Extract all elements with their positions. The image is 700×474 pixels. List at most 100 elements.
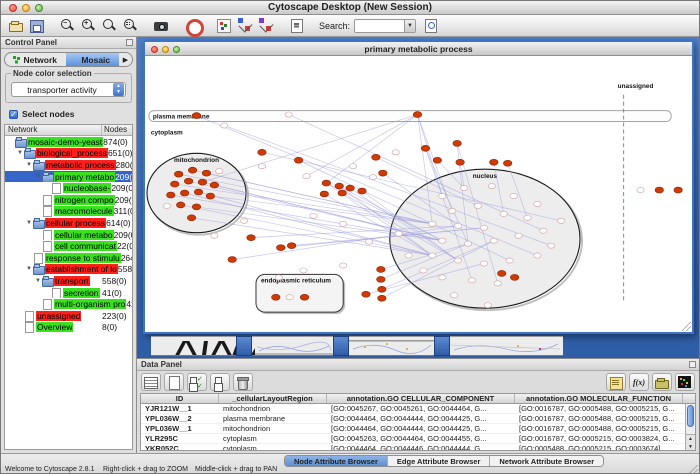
window-resize-grip[interactable] bbox=[689, 465, 698, 474]
resize-grip-icon[interactable] bbox=[682, 322, 691, 331]
node-white[interactable] bbox=[258, 164, 265, 169]
matrix-button[interactable] bbox=[675, 373, 695, 391]
node-orange[interactable] bbox=[272, 294, 281, 300]
node-orange[interactable] bbox=[377, 276, 386, 282]
node-white[interactable] bbox=[524, 215, 531, 220]
node-white[interactable] bbox=[484, 303, 491, 308]
node-white[interactable] bbox=[365, 239, 372, 244]
delete-attribute-button[interactable] bbox=[233, 373, 253, 391]
node-white[interactable] bbox=[460, 185, 467, 190]
node-white[interactable] bbox=[340, 263, 347, 268]
tree-row-nitrogen-compo[interactable]: nitrogen compo209(0) bbox=[5, 194, 132, 206]
node-orange[interactable] bbox=[276, 245, 285, 251]
tree-row-cellular-metabo[interactable]: cellular metabo209(0) bbox=[5, 229, 132, 241]
node-orange[interactable] bbox=[358, 188, 367, 194]
node-orange[interactable] bbox=[510, 274, 519, 280]
tree-row-transport[interactable]: ▼transport558(0) bbox=[5, 275, 132, 287]
node-orange[interactable] bbox=[170, 181, 179, 187]
node-white[interactable] bbox=[480, 225, 487, 230]
node-orange[interactable] bbox=[258, 149, 267, 155]
tree-row-primary-metabo[interactable]: ▼primary metabo209(... bbox=[5, 171, 132, 183]
column-header-1[interactable]: _cellularLayoutRegion bbox=[219, 394, 327, 403]
node-white[interactable] bbox=[369, 175, 376, 180]
node-orange[interactable] bbox=[202, 170, 211, 176]
node-orange[interactable] bbox=[194, 189, 203, 195]
background-window-titlebar[interactable] bbox=[333, 336, 349, 356]
node-orange[interactable] bbox=[188, 167, 197, 173]
column-nodes[interactable]: Nodes bbox=[102, 125, 132, 135]
column-network[interactable]: Network bbox=[5, 125, 102, 135]
node-orange[interactable] bbox=[184, 178, 193, 184]
background-window[interactable] bbox=[347, 336, 435, 356]
node-white[interactable] bbox=[464, 241, 471, 246]
tab-mosaic[interactable]: Mosaic bbox=[66, 53, 127, 66]
node-white[interactable] bbox=[216, 169, 223, 174]
node-white[interactable] bbox=[285, 112, 292, 117]
node-orange[interactable] bbox=[490, 159, 499, 165]
node-orange[interactable] bbox=[674, 187, 683, 193]
tree-row-secretion[interactable]: secretion41(0) bbox=[5, 287, 132, 299]
node-white[interactable] bbox=[510, 193, 517, 198]
node-orange[interactable] bbox=[300, 294, 309, 300]
node-white[interactable] bbox=[340, 221, 347, 226]
node-orange[interactable] bbox=[335, 183, 344, 189]
node-white[interactable] bbox=[286, 295, 293, 300]
zoom-fit-button[interactable] bbox=[99, 16, 120, 36]
node-white[interactable] bbox=[451, 293, 458, 298]
expander-icon[interactable]: ▼ bbox=[25, 220, 33, 226]
expander-icon[interactable]: ▼ bbox=[34, 278, 42, 284]
tree-row-multi-organism-pro[interactable]: multi-organism pro42(0) bbox=[5, 298, 132, 310]
zoom-out-button[interactable]: − bbox=[57, 16, 78, 36]
tab-network-attribute-browser[interactable]: Network Attribute Browser bbox=[490, 456, 603, 466]
network-view-titlebar[interactable]: primary metabolic process bbox=[145, 42, 692, 56]
node-orange[interactable] bbox=[433, 157, 442, 163]
node-white[interactable] bbox=[439, 275, 446, 280]
node-orange[interactable] bbox=[421, 145, 430, 151]
node-white[interactable] bbox=[548, 243, 555, 248]
node-orange[interactable] bbox=[294, 157, 303, 163]
import-button[interactable] bbox=[652, 373, 672, 391]
table-row[interactable]: YKR052Ccytoplasm[GO:0044464, GO:0044446,… bbox=[141, 444, 695, 451]
table-row[interactable]: YPL036W__1mitochondrion[GO:0044464, GO:0… bbox=[141, 424, 695, 434]
background-window[interactable] bbox=[448, 336, 563, 356]
select-nodes-checkbox[interactable]: ✓ bbox=[9, 110, 18, 119]
node-white[interactable] bbox=[303, 174, 310, 179]
node-white[interactable] bbox=[540, 228, 547, 233]
node-white[interactable] bbox=[474, 203, 481, 208]
zoom-in-button[interactable]: + bbox=[78, 16, 99, 36]
annotate-button[interactable] bbox=[286, 16, 307, 36]
table-row[interactable]: YJR121W__1mitochondrion[GO:0045267, GO:0… bbox=[141, 404, 695, 414]
tree-row-cell-communicat[interactable]: cell communicat22(0) bbox=[5, 240, 132, 252]
network-graph[interactable]: plasma membranecytoplasmmitochondrionnuc… bbox=[145, 57, 692, 332]
tab-edge-attribute-browser[interactable]: Edge Attribute Browser bbox=[388, 456, 490, 466]
node-white[interactable] bbox=[420, 268, 427, 273]
open-button[interactable] bbox=[5, 16, 26, 36]
node-white[interactable] bbox=[490, 238, 497, 243]
unselect-attributes-button[interactable] bbox=[210, 373, 230, 391]
node-white[interactable] bbox=[310, 213, 317, 218]
column-header-0[interactable]: ID bbox=[141, 394, 219, 403]
node-white[interactable] bbox=[449, 208, 456, 213]
expander-icon[interactable]: ▼ bbox=[16, 150, 24, 156]
tree-row-macromolecule[interactable]: macromolecule311(0) bbox=[5, 206, 132, 218]
node-color-dropdown[interactable]: transporter activity ▲▼ bbox=[11, 82, 126, 97]
node-orange[interactable] bbox=[247, 235, 256, 241]
float-panel-icon[interactable] bbox=[689, 361, 696, 368]
node-orange[interactable] bbox=[377, 266, 386, 272]
node-white[interactable] bbox=[506, 258, 513, 263]
node-orange[interactable] bbox=[174, 171, 183, 177]
node-white[interactable] bbox=[221, 123, 228, 128]
table-row[interactable]: YLR295Ccytoplasm[GO:0045263, GO:0044464,… bbox=[141, 434, 695, 444]
node-orange[interactable] bbox=[287, 243, 296, 249]
node-white[interactable] bbox=[480, 261, 487, 266]
zoom-selected-button[interactable] bbox=[120, 16, 141, 36]
node-white[interactable] bbox=[488, 183, 495, 188]
node-white[interactable] bbox=[468, 278, 475, 283]
expander-icon[interactable]: ▼ bbox=[34, 174, 42, 180]
node-orange[interactable] bbox=[413, 112, 422, 118]
select-attributes-button[interactable] bbox=[187, 373, 207, 391]
node-orange[interactable] bbox=[338, 190, 347, 196]
node-orange[interactable] bbox=[187, 215, 196, 221]
node-orange[interactable] bbox=[346, 185, 355, 191]
tree-row-establishment-of-lo[interactable]: ▼establishment of lo558(0) bbox=[5, 264, 132, 276]
